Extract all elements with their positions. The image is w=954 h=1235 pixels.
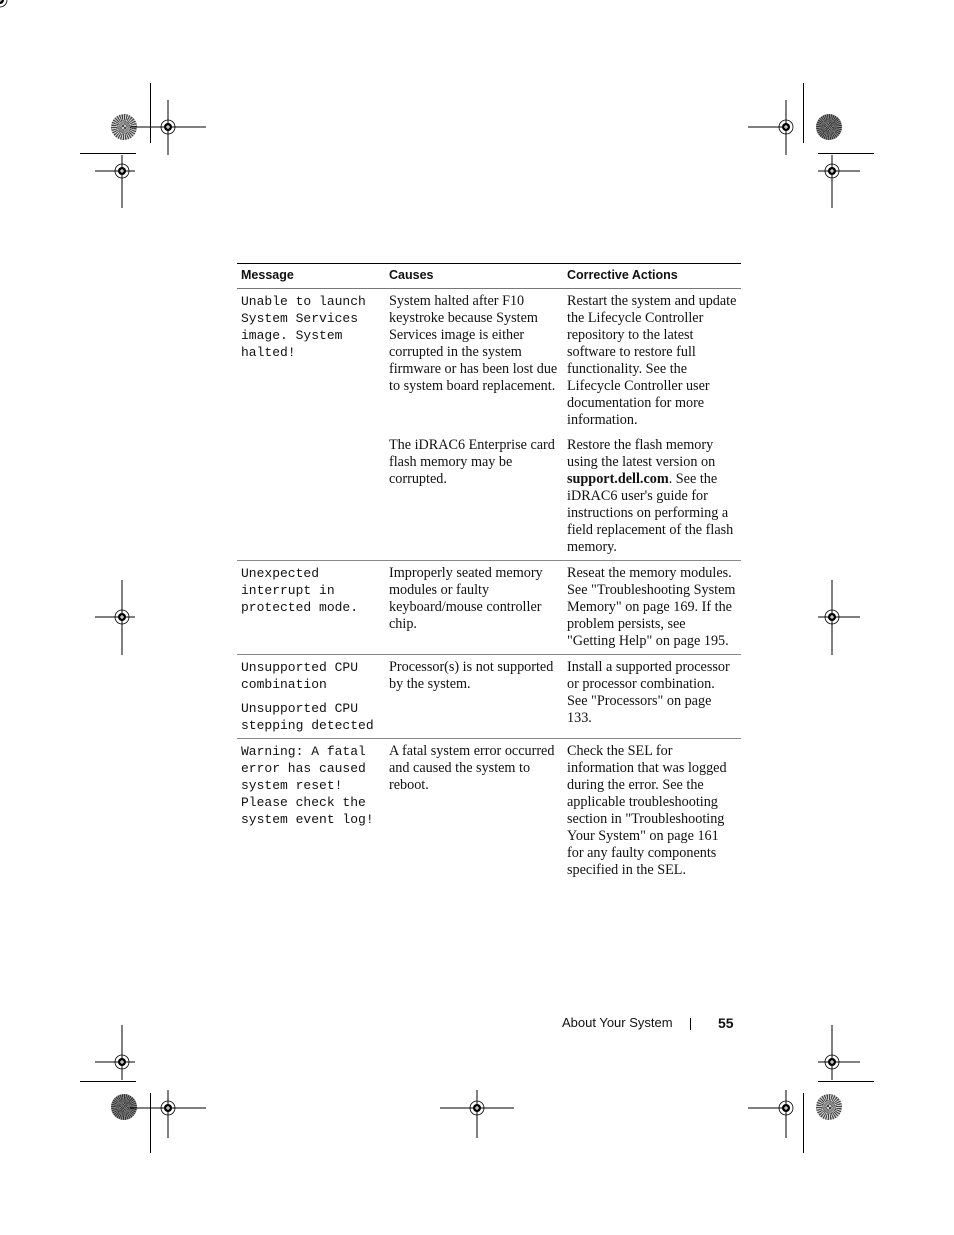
action-text: Restore the flash memory using the lates… [567, 437, 716, 470]
cause-cell: A fatal system error occurred and caused… [389, 743, 555, 793]
crosshair-icon [0, 0, 8, 8]
table-row: Warning: A fatal error has caused system… [237, 739, 741, 884]
table-row: Unexpected interrupt in protected mode. … [237, 560, 741, 655]
table-header-row: Message Causes Corrective Actions [237, 263, 741, 289]
footer-section-title: About Your System [562, 1015, 673, 1030]
cause-cell: The iDRAC6 Enterprise card flash memory … [385, 433, 563, 561]
support-link[interactable]: support.dell.com [567, 471, 669, 487]
message-text: Unable to launch System Services image. … [241, 294, 366, 360]
cause-cell: Processor(s) is not supported by the sys… [385, 654, 563, 739]
action-cell: Restore the flash memory using the lates… [563, 433, 741, 561]
action-cell: Reseat the memory modules. See "Troubles… [563, 560, 741, 655]
cause-cell: System halted after F10 keystroke becaus… [389, 293, 558, 394]
message-text: Unsupported CPU combination [241, 660, 359, 692]
message-text: Unsupported CPU stepping detected [241, 701, 374, 733]
page-number: 55 [718, 1015, 734, 1031]
message-cell: Unsupported CPU combination Unsupported … [237, 654, 385, 739]
message-cell [237, 433, 385, 561]
footer-divider [690, 1018, 691, 1030]
error-messages-table: Message Causes Corrective Actions Unable… [237, 263, 741, 883]
action-cell: Install a supported processor or process… [563, 654, 741, 739]
table-row: The iDRAC6 Enterprise card flash memory … [237, 433, 741, 561]
action-cell: Check the SEL for information that was l… [567, 743, 727, 878]
message-cell: Warning: A fatal error has caused system… [237, 739, 385, 884]
message-text: Unexpected interrupt in protected mode. [241, 566, 359, 615]
column-header-corrective-actions: Corrective Actions [563, 263, 741, 289]
column-header-message: Message [237, 263, 385, 289]
message-cell: Unable to launch System Services image. … [237, 289, 385, 434]
table-row: Unsupported CPU combination Unsupported … [237, 654, 741, 739]
cause-cell: Improperly seated memory modules or faul… [385, 560, 563, 655]
message-text: Warning: A fatal error has caused system… [241, 744, 374, 827]
column-header-causes: Causes [385, 263, 563, 289]
action-cell: Restart the system and update the Lifecy… [567, 293, 737, 428]
message-cell: Unexpected interrupt in protected mode. [237, 560, 385, 655]
table-row: Unable to launch System Services image. … [237, 289, 741, 434]
